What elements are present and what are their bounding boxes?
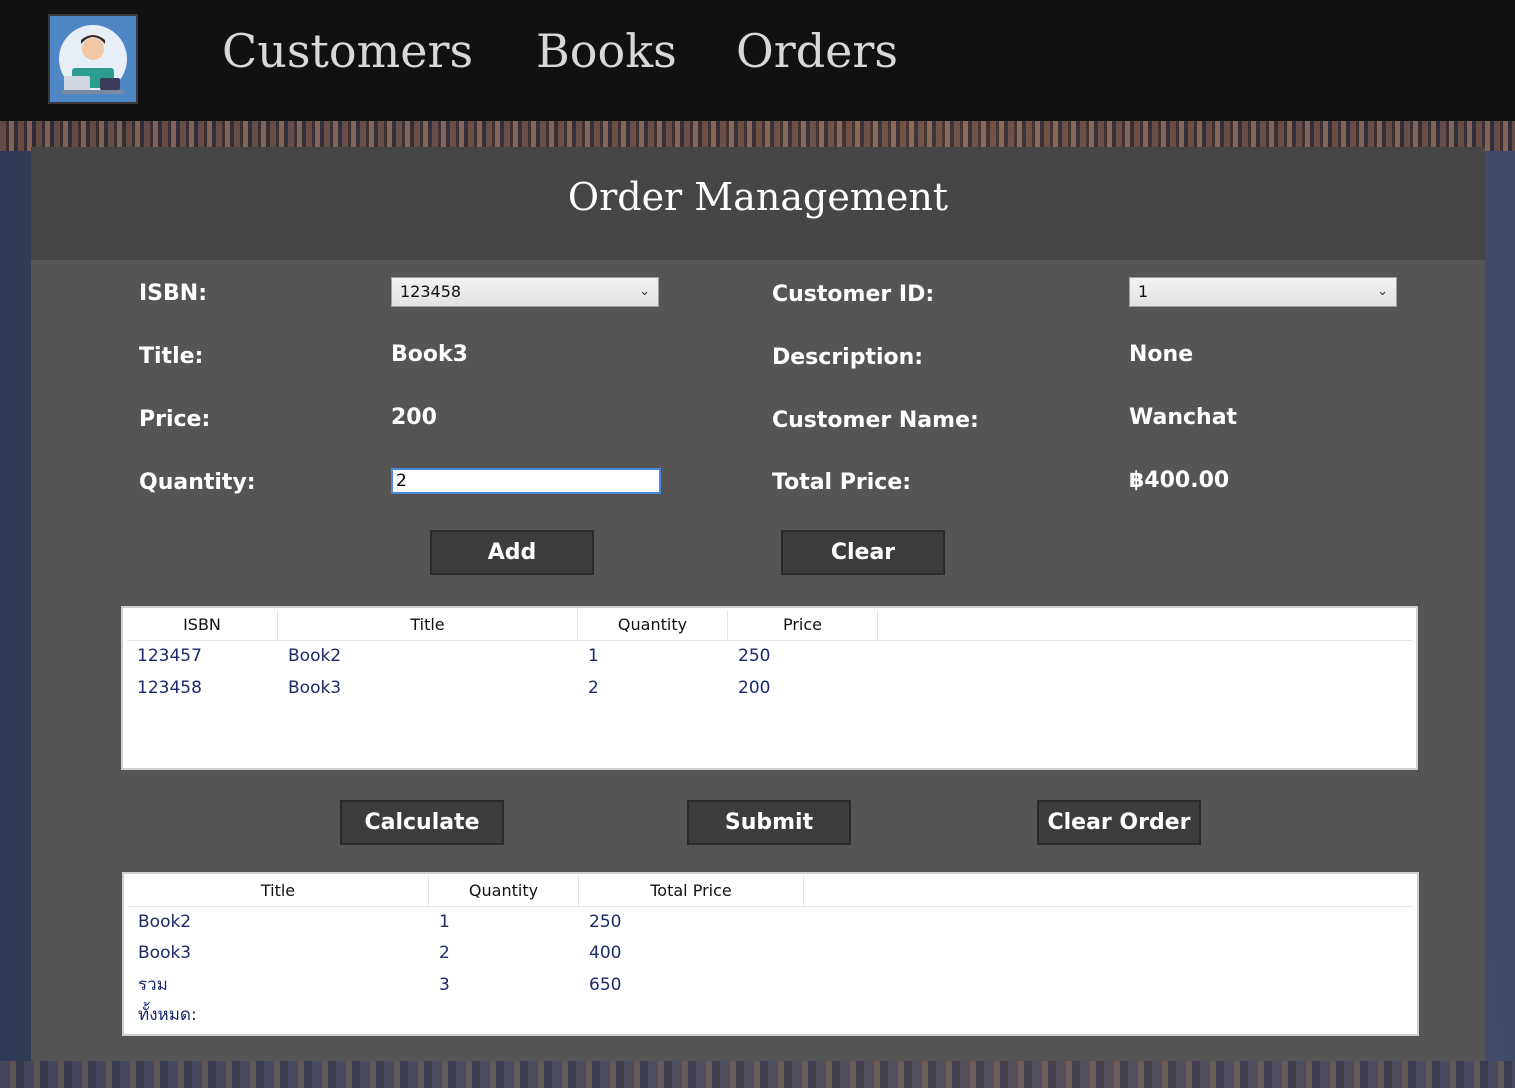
cell-price: 200 bbox=[738, 678, 771, 698]
column-header-isbn[interactable]: ISBN bbox=[127, 610, 278, 640]
nav-orders[interactable]: Orders bbox=[736, 24, 898, 78]
cell-price: 250 bbox=[738, 646, 771, 666]
background-bookshelf-bottom bbox=[0, 1061, 1515, 1088]
total-price-value: ฿400.00 bbox=[1129, 468, 1230, 493]
column-header-title[interactable]: Title bbox=[128, 876, 429, 906]
price-value: 200 bbox=[391, 405, 437, 430]
order-management-panel: Order Management ISBN: 123458 ⌄ Title: B… bbox=[31, 147, 1485, 1061]
quantity-label: Quantity: bbox=[139, 470, 256, 495]
cell-title: Book2 bbox=[288, 646, 342, 666]
cell-title: Book3 bbox=[288, 678, 342, 698]
customer-name-value: Wanchat bbox=[1129, 405, 1238, 430]
order-items-table[interactable]: ISBN Title Quantity Price 123457 Book2 1… bbox=[121, 606, 1418, 770]
top-navbar: Customers Books Orders bbox=[0, 0, 1515, 121]
app-logo[interactable] bbox=[48, 14, 138, 104]
isbn-select-value: 123458 bbox=[400, 282, 462, 301]
cell-isbn: 123457 bbox=[137, 646, 202, 666]
panel-header: Order Management bbox=[31, 147, 1485, 260]
clear-order-button[interactable]: Clear Order bbox=[1037, 800, 1201, 845]
column-header-total-price[interactable]: Total Price bbox=[579, 876, 804, 906]
column-header-title[interactable]: Title bbox=[278, 610, 578, 640]
submit-button[interactable]: Submit bbox=[687, 800, 851, 845]
column-header-quantity[interactable]: Quantity bbox=[429, 876, 579, 906]
chevron-down-icon: ⌄ bbox=[639, 284, 650, 299]
calculate-button[interactable]: Calculate bbox=[340, 800, 504, 845]
cell-total-label: รวมทั้งหมด: bbox=[138, 975, 197, 1025]
title-label: Title: bbox=[139, 344, 204, 369]
total-price-label: Total Price: bbox=[772, 470, 912, 495]
customer-id-select-value: 1 bbox=[1138, 282, 1149, 301]
column-header-quantity[interactable]: Quantity bbox=[578, 610, 728, 640]
clear-button[interactable]: Clear bbox=[781, 530, 945, 575]
cell-quantity: 2 bbox=[439, 943, 450, 963]
cell-total-price: 250 bbox=[589, 912, 622, 932]
chevron-down-icon: ⌄ bbox=[1377, 284, 1388, 299]
customer-id-label: Customer ID: bbox=[772, 282, 935, 307]
cell-total-price: 400 bbox=[589, 943, 622, 963]
description-label: Description: bbox=[772, 345, 924, 370]
price-label: Price: bbox=[139, 407, 211, 432]
customer-name-label: Customer Name: bbox=[772, 408, 979, 433]
column-header-price[interactable]: Price bbox=[728, 610, 878, 640]
cell-quantity: 1 bbox=[439, 912, 450, 932]
cell-isbn: 123458 bbox=[137, 678, 202, 698]
cell-total-quantity: 3 bbox=[439, 975, 450, 995]
order-summary-table-header: Title Quantity Total Price bbox=[128, 876, 1413, 907]
description-value: None bbox=[1129, 342, 1194, 367]
order-items-table-header: ISBN Title Quantity Price bbox=[127, 610, 1412, 641]
cell-title: Book3 bbox=[138, 943, 192, 963]
cell-quantity: 1 bbox=[588, 646, 599, 666]
customer-id-select[interactable]: 1 ⌄ bbox=[1129, 277, 1397, 307]
isbn-label: ISBN: bbox=[139, 281, 208, 306]
nav-books[interactable]: Books bbox=[536, 24, 677, 78]
cell-title: Book2 bbox=[138, 912, 192, 932]
order-summary-table[interactable]: Title Quantity Total Price Book2 1 250 B… bbox=[122, 872, 1419, 1036]
nav-customers[interactable]: Customers bbox=[222, 24, 473, 78]
cell-grand-total: 650 bbox=[589, 975, 622, 995]
add-button[interactable]: Add bbox=[430, 530, 594, 575]
developer-avatar-icon bbox=[59, 25, 127, 94]
cell-quantity: 2 bbox=[588, 678, 599, 698]
title-value: Book3 bbox=[391, 342, 468, 367]
page-title: Order Management bbox=[567, 175, 949, 219]
quantity-input[interactable]: 2 bbox=[391, 468, 661, 494]
isbn-select[interactable]: 123458 ⌄ bbox=[391, 277, 659, 307]
